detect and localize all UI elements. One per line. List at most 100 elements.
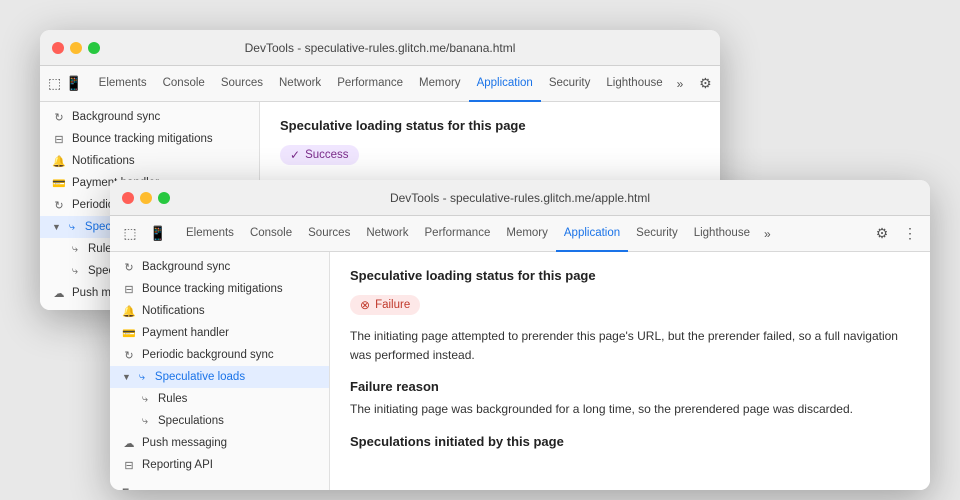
tab-performance-2[interactable]: Performance <box>417 216 499 252</box>
minimize-button-2[interactable] <box>140 192 152 204</box>
sidebar-label-2-payment-handler: Payment handler <box>142 327 229 339</box>
sidebar-label-bounce-tracking: Bounce tracking mitigations <box>72 133 213 145</box>
main-panel-2: Speculative loading status for this page… <box>330 252 930 490</box>
sidebar-item-2-speculations[interactable]: ⤷ Speculations <box>110 410 329 432</box>
tab-application[interactable]: Application <box>469 66 541 102</box>
periodic-sync-icon-2: ↻ <box>122 349 136 362</box>
tab-lighthouse-2[interactable]: Lighthouse <box>686 216 758 252</box>
tab-overflow-2[interactable]: » <box>758 227 777 241</box>
traffic-lights-1 <box>52 42 100 54</box>
traffic-lights-2 <box>122 192 170 204</box>
toolbar-right-2: ⚙ ⋮ <box>870 222 922 246</box>
toolbar-right-1: ⚙ ⋮ <box>693 72 720 96</box>
inspect-icon[interactable]: ⬚ <box>48 72 61 96</box>
tab-lighthouse[interactable]: Lighthouse <box>598 66 670 102</box>
maximize-button-2[interactable] <box>158 192 170 204</box>
tab-network[interactable]: Network <box>271 66 329 102</box>
sidebar-item-2-bounce-tracking[interactable]: ⊟ Bounce tracking mitigations <box>110 278 329 300</box>
frames-label: Frames <box>110 484 329 490</box>
content-area-2: ↻ Background sync ⊟ Bounce tracking miti… <box>110 252 930 490</box>
speculative-loads-icon: ⤷ <box>65 221 79 234</box>
failure-reason-text: The initiating page was backgrounded for… <box>350 400 910 419</box>
payment-handler-icon: 💳 <box>52 177 66 190</box>
tab-performance[interactable]: Performance <box>329 66 411 102</box>
sidebar-item-background-sync[interactable]: ↻ Background sync <box>40 106 259 128</box>
speculations-title: Speculations initiated by this page <box>350 434 910 449</box>
minimize-button[interactable] <box>70 42 82 54</box>
toolbar-2: ⬚ 📱 Elements Console Sources Network Per… <box>110 216 930 252</box>
failure-description: The initiating page attempted to prerend… <box>350 327 910 365</box>
tab-bar-2: Elements Console Sources Network Perform… <box>178 216 866 252</box>
sidebar-2: ↻ Background sync ⊟ Bounce tracking miti… <box>110 252 330 490</box>
sidebar-item-2-background-sync[interactable]: ↻ Background sync <box>110 256 329 278</box>
settings-icon[interactable]: ⚙ <box>693 72 717 96</box>
speculations-icon: ⤷ <box>68 265 82 278</box>
sidebar-item-2-notifications[interactable]: 🔔 Notifications <box>110 300 329 322</box>
sidebar-label-2-reporting-api: Reporting API <box>142 459 213 471</box>
speculative-loads-icon-2: ⤷ <box>135 371 149 384</box>
notifications-icon-2: 🔔 <box>122 305 136 318</box>
sidebar-label-2-background-sync: Background sync <box>142 261 230 273</box>
status-label: Success <box>305 149 348 161</box>
reporting-api-icon: ⊟ <box>122 459 136 472</box>
sidebar-label-2-push-messaging: Push messaging <box>142 437 227 449</box>
more-icon-2[interactable]: ⋮ <box>898 222 922 246</box>
inspect-icon-2[interactable]: ⬚ <box>118 222 142 246</box>
x-circle-icon: ⊗ <box>360 298 370 312</box>
tab-memory-2[interactable]: Memory <box>498 216 556 252</box>
background-sync-icon-2: ↻ <box>122 261 136 274</box>
window-title-1: DevTools - speculative-rules.glitch.me/b… <box>245 41 516 55</box>
device-icon[interactable]: 📱 <box>65 72 82 96</box>
tab-memory[interactable]: Memory <box>411 66 469 102</box>
sidebar-item-notifications[interactable]: 🔔 Notifications <box>40 150 259 172</box>
sidebar-label-2-speculations: Speculations <box>158 415 224 427</box>
sidebar-label-notifications: Notifications <box>72 155 135 167</box>
sidebar-item-2-reporting-api[interactable]: ⊟ Reporting API <box>110 454 329 476</box>
sidebar-label-background-sync: Background sync <box>72 111 160 123</box>
triangle-icon: ▼ <box>52 222 61 232</box>
tab-overflow[interactable]: » <box>671 77 690 91</box>
status-badge-success: ✓ Success <box>280 145 359 165</box>
close-button[interactable] <box>52 42 64 54</box>
sidebar-label-2-bounce-tracking: Bounce tracking mitigations <box>142 283 283 295</box>
titlebar-1: DevTools - speculative-rules.glitch.me/b… <box>40 30 720 66</box>
notifications-icon: 🔔 <box>52 155 66 168</box>
sidebar-label-2-rules: Rules <box>158 393 187 405</box>
sidebar-item-2-rules[interactable]: ⤷ Rules <box>110 388 329 410</box>
tab-sources[interactable]: Sources <box>213 66 271 102</box>
sidebar-item-2-speculative-loads[interactable]: ▼ ⤷ Speculative loads <box>110 366 329 388</box>
tab-bar-1: Elements Console Sources Network Perform… <box>91 66 690 102</box>
tab-elements[interactable]: Elements <box>91 66 155 102</box>
sidebar-label-2-notifications: Notifications <box>142 305 205 317</box>
bounce-tracking-icon-2: ⊟ <box>122 283 136 296</box>
tab-elements-2[interactable]: Elements <box>178 216 242 252</box>
tab-console[interactable]: Console <box>155 66 213 102</box>
sidebar-item-2-periodic-sync[interactable]: ↻ Periodic background sync <box>110 344 329 366</box>
sidebar-label-2-speculative-loads: Speculative loads <box>155 371 245 383</box>
speculations-icon-2: ⤷ <box>138 415 152 428</box>
tab-security[interactable]: Security <box>541 66 599 102</box>
titlebar-2: DevTools - speculative-rules.glitch.me/a… <box>110 180 930 216</box>
failure-reason-title: Failure reason <box>350 379 910 394</box>
tab-application-2[interactable]: Application <box>556 216 628 252</box>
tab-security-2[interactable]: Security <box>628 216 686 252</box>
sidebar-item-bounce-tracking[interactable]: ⊟ Bounce tracking mitigations <box>40 128 259 150</box>
section-title-2: Speculative loading status for this page <box>350 268 910 283</box>
maximize-button[interactable] <box>88 42 100 54</box>
tab-network-2[interactable]: Network <box>358 216 416 252</box>
sidebar-item-2-push-messaging[interactable]: ☁ Push messaging <box>110 432 329 454</box>
close-button-2[interactable] <box>122 192 134 204</box>
push-messaging-icon: ☁ <box>52 287 66 300</box>
tab-console-2[interactable]: Console <box>242 216 300 252</box>
payment-handler-icon-2: 💳 <box>122 327 136 340</box>
check-circle-icon: ✓ <box>290 148 300 162</box>
triangle-icon-2: ▼ <box>122 372 131 382</box>
sidebar-item-2-payment-handler[interactable]: 💳 Payment handler <box>110 322 329 344</box>
window-title-2: DevTools - speculative-rules.glitch.me/a… <box>390 191 650 205</box>
device-icon-2[interactable]: 📱 <box>146 222 170 246</box>
bounce-tracking-icon: ⊟ <box>52 133 66 146</box>
sidebar-label-2-periodic-sync: Periodic background sync <box>142 349 274 361</box>
status-badge-failure: ⊗ Failure <box>350 295 420 315</box>
tab-sources-2[interactable]: Sources <box>300 216 358 252</box>
settings-icon-2[interactable]: ⚙ <box>870 222 894 246</box>
